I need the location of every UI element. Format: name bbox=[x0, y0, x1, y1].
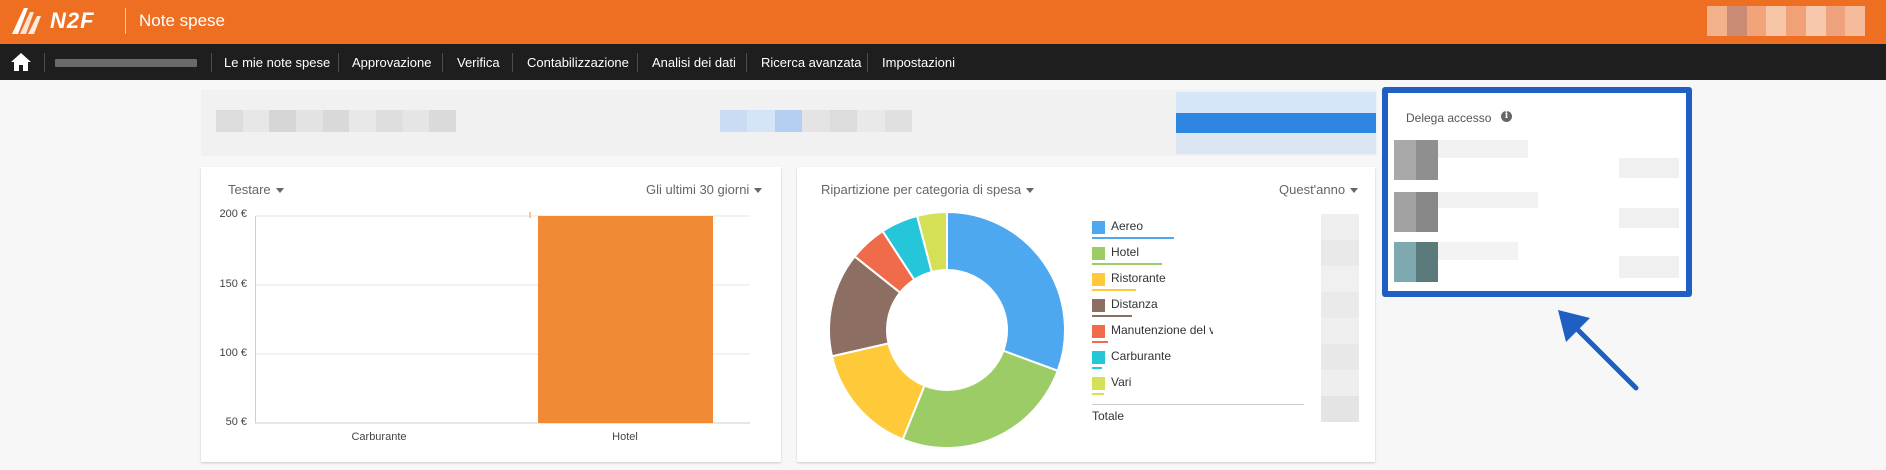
nav-divider bbox=[442, 53, 443, 72]
nav-divider bbox=[746, 53, 747, 72]
avatar bbox=[1416, 242, 1438, 282]
company-selector[interactable] bbox=[55, 59, 197, 67]
nav-contabilizzazione[interactable]: Contabilizzazione bbox=[527, 55, 629, 70]
y-tick-label: 50 € bbox=[225, 416, 247, 428]
legend-label: Hotel bbox=[1111, 245, 1140, 259]
legend-label: Vari bbox=[1111, 375, 1132, 389]
avatar bbox=[1394, 192, 1416, 232]
legend-label: Distanza bbox=[1111, 297, 1158, 311]
donut-slice-aereo[interactable] bbox=[946, 210, 1066, 373]
legend-value-bar bbox=[1092, 393, 1104, 395]
user-menu[interactable] bbox=[1707, 6, 1865, 36]
delegate-row[interactable] bbox=[1394, 190, 1684, 234]
caret-down-icon bbox=[754, 188, 763, 194]
top-header: N2F Note spese bbox=[0, 0, 1886, 44]
bar-filter-dropdown[interactable]: Testare bbox=[228, 182, 284, 197]
donut-values-blurred bbox=[1321, 214, 1359, 422]
caret-down-icon bbox=[1026, 188, 1035, 194]
main-nav: Le mie note spese Approvazione Verifica … bbox=[0, 44, 1886, 80]
legend-label: Manutenzione del v bbox=[1111, 323, 1213, 337]
app-title: Note spese bbox=[139, 11, 225, 30]
donut-filter-dropdown[interactable]: Ripartizione per categoria di spesa bbox=[821, 182, 1035, 197]
donut-filter-label: Ripartizione per categoria di spesa bbox=[821, 182, 1022, 197]
nav-divider bbox=[211, 53, 212, 72]
legend-value-bar bbox=[1092, 367, 1102, 369]
bar-filter-label: Testare bbox=[228, 182, 271, 197]
nav-analisi-dei-dati[interactable]: Analisi dei dati bbox=[652, 55, 736, 70]
legend-value-bar bbox=[1092, 289, 1136, 291]
legend-swatch bbox=[1092, 351, 1105, 364]
nav-divider bbox=[338, 53, 339, 72]
kpi-blurred-value bbox=[1176, 92, 1376, 155]
nav-verifica[interactable]: Verifica bbox=[457, 55, 500, 70]
kpi-blurred-value bbox=[216, 110, 457, 132]
legend-swatch bbox=[1092, 247, 1105, 260]
caret-down-icon bbox=[1350, 188, 1359, 194]
legend-swatch bbox=[1092, 377, 1105, 390]
n2f-logo[interactable]: N2F bbox=[10, 4, 120, 38]
legend-swatch bbox=[1092, 273, 1105, 286]
legend-label: Ristorante bbox=[1111, 271, 1166, 285]
logo-mark-icon bbox=[12, 8, 41, 34]
nav-divider bbox=[512, 53, 513, 72]
legend-label: Carburante bbox=[1111, 349, 1172, 363]
nav-le-mie-note-spese[interactable]: Le mie note spese bbox=[224, 55, 330, 70]
bar-period-label: Gli ultimi 30 giorni bbox=[646, 182, 750, 197]
donut-chart-plot bbox=[828, 210, 1066, 449]
delega-title: Delega accesso bbox=[1406, 111, 1492, 125]
avatar bbox=[1416, 140, 1438, 180]
y-tick-label: 100 € bbox=[219, 347, 247, 359]
delegate-row[interactable] bbox=[1394, 138, 1684, 182]
legend-label: Aereo bbox=[1111, 219, 1144, 233]
logo-text: N2F bbox=[50, 8, 95, 33]
legend-value-bar bbox=[1092, 315, 1132, 317]
avatar bbox=[1394, 242, 1416, 282]
bar-hotel[interactable] bbox=[538, 216, 713, 423]
nav-approvazione[interactable]: Approvazione bbox=[352, 55, 432, 70]
delegate-action-blurred[interactable] bbox=[1619, 256, 1679, 278]
donut-period-dropdown[interactable]: Quest'anno bbox=[1279, 182, 1359, 197]
legend-swatch bbox=[1092, 221, 1105, 234]
home-icon[interactable] bbox=[10, 52, 32, 72]
info-icon[interactable]: i bbox=[1501, 111, 1512, 122]
nav-divider bbox=[867, 53, 868, 72]
bar-period-dropdown[interactable]: Gli ultimi 30 giorni bbox=[646, 182, 763, 197]
nav-divider bbox=[637, 53, 638, 72]
nav-divider bbox=[44, 53, 45, 72]
donut-slice-hotel[interactable] bbox=[901, 349, 1060, 449]
nav-impostazioni[interactable]: Impostazioni bbox=[882, 55, 955, 70]
donut-period-label: Quest'anno bbox=[1279, 182, 1346, 197]
bar-chart-plot bbox=[255, 212, 750, 424]
delegate-name-blurred bbox=[1438, 242, 1518, 260]
legend-value-bar bbox=[1092, 263, 1162, 265]
y-tick-label: 200 € bbox=[219, 208, 247, 220]
bar-marker bbox=[529, 212, 531, 218]
x-tick-label-hotel: Hotel bbox=[612, 431, 638, 443]
legend-swatch bbox=[1092, 325, 1105, 338]
avatar bbox=[1394, 140, 1416, 180]
avatar bbox=[1416, 192, 1438, 232]
delegate-name-blurred bbox=[1438, 192, 1538, 208]
nav-ricerca-avanzata[interactable]: Ricerca avanzata bbox=[761, 55, 861, 70]
x-tick-label-carburante: Carburante bbox=[351, 431, 407, 443]
delegate-action-blurred[interactable] bbox=[1619, 158, 1679, 178]
delegate-name-blurred bbox=[1438, 140, 1528, 158]
total-label: Totale bbox=[1092, 409, 1125, 423]
legend-swatch bbox=[1092, 299, 1105, 312]
caret-down-icon bbox=[275, 188, 284, 194]
header-divider bbox=[125, 8, 126, 34]
kpi-blurred-value bbox=[720, 110, 912, 132]
legend-value-bar bbox=[1092, 237, 1174, 239]
delegate-action-blurred[interactable] bbox=[1619, 208, 1679, 228]
annotation-arrow-icon bbox=[1558, 310, 1639, 391]
total-divider bbox=[1092, 404, 1304, 405]
y-tick-label: 150 € bbox=[219, 278, 247, 290]
delegate-row[interactable] bbox=[1394, 242, 1684, 286]
legend-value-bar bbox=[1092, 341, 1108, 343]
donut-slices bbox=[828, 210, 1066, 449]
